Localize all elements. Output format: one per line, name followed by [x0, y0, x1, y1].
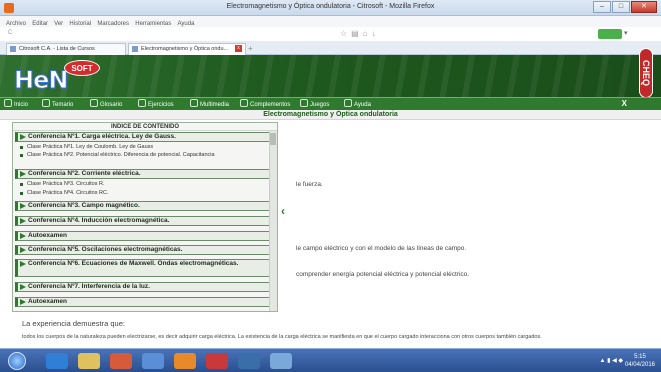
address-bar[interactable]: C — [8, 30, 12, 36]
toc-scrollbar[interactable] — [269, 131, 277, 311]
toc-panel: INDICE DE CONTENIDO Conferencia Nº1. Car… — [12, 122, 278, 312]
toc-item-autoexamen-1[interactable]: Autoexamen — [15, 231, 277, 241]
nav-ejercicios[interactable]: Ejercicios — [138, 99, 174, 108]
plus-icon — [240, 99, 248, 107]
start-button[interactable] — [8, 352, 26, 370]
tab-bar: Citrosoft C.A. - Lista de Cursos Electro… — [0, 41, 661, 55]
arrow-icon — [20, 247, 26, 253]
nav-ayuda[interactable]: Ayuda — [344, 99, 371, 108]
system-tray[interactable]: ▲ ▮ ◀ ◆ — [600, 357, 623, 364]
new-tab-button[interactable]: + — [248, 44, 253, 53]
content-fragment-3: comprender energía potencial eléctrica y… — [296, 271, 470, 278]
clock-date: 04/04/2016 — [624, 362, 655, 368]
pencil-icon — [138, 99, 146, 107]
hen-soft-logo: HeN SOFT — [13, 60, 104, 95]
content-fragment-2: le campo eléctrico y con el modelo de la… — [296, 245, 467, 252]
addon-button[interactable] — [598, 29, 622, 39]
reader-icon[interactable]: ▤ — [351, 29, 363, 38]
game-icon — [300, 99, 308, 107]
folder-icon[interactable] — [78, 353, 100, 369]
download-icon[interactable]: ↓ — [372, 29, 380, 38]
content-heading: La experiencia demuestra que: — [22, 319, 125, 328]
close-tab-icon[interactable]: x — [235, 45, 242, 52]
toc-item-conf-6[interactable]: Conferencia Nº6. Ecuaciones de Maxwell. … — [15, 259, 277, 277]
minimize-button[interactable]: – — [593, 1, 611, 13]
ie-icon[interactable] — [46, 353, 68, 369]
site-header: HeN SOFT — [0, 55, 661, 97]
nav-complementos[interactable]: Complementos — [240, 99, 290, 108]
nav-icons: ☆▤⌂↓ — [340, 29, 380, 38]
arrow-icon — [20, 203, 26, 209]
taskbar: ▲ ▮ ◀ ◆ 5:15 04/04/2016 — [0, 348, 661, 372]
arrow-icon — [20, 299, 26, 305]
arrow-icon — [20, 284, 26, 290]
page-title: Electromagnetismo y Óptica ondulatoria — [0, 110, 661, 120]
close-window-button[interactable]: ✕ — [631, 1, 657, 13]
firefox-taskbar-icon[interactable] — [174, 353, 196, 369]
collapse-toc-chevron-icon[interactable]: ‹ — [281, 204, 291, 218]
toc-scrollbar-thumb[interactable] — [270, 133, 276, 145]
media-icon — [190, 99, 198, 107]
page-icon — [132, 46, 138, 52]
toc-title: INDICE DE CONTENIDO — [13, 123, 277, 131]
nav-juegos[interactable]: Juegos — [300, 99, 329, 108]
toc-item-conf-3[interactable]: Conferencia Nº3. Campo magnético. — [15, 201, 277, 211]
arrow-icon — [20, 218, 26, 224]
app-icon[interactable] — [142, 353, 164, 369]
book-icon — [90, 99, 98, 107]
menu-bar: Archivo Editar Ver Historial Marcadores … — [0, 16, 661, 27]
arrow-icon — [20, 134, 26, 140]
cheq-side-tab[interactable]: CHEQ — [639, 48, 653, 98]
word-icon[interactable] — [238, 353, 260, 369]
home-icon — [4, 99, 12, 107]
bullet-icon — [20, 146, 23, 149]
arrow-icon — [20, 233, 26, 239]
clock-time: 5:15 — [634, 354, 646, 360]
nav-multimedia[interactable]: Multimedia — [190, 99, 229, 108]
clock[interactable]: 5:15 04/04/2016 — [625, 353, 655, 369]
page-icon — [10, 46, 16, 52]
toc-item-cp-2[interactable]: Clase Práctica Nº2. Potencial eléctrico.… — [15, 152, 277, 165]
logo-text: HeN — [13, 66, 68, 95]
arrow-icon — [20, 261, 26, 267]
toc-item-conf-5[interactable]: Conferencia Nº5. Oscilaciones electromag… — [15, 245, 277, 255]
navigation-bar: C ☆▤⌂↓ ▾ — [0, 27, 661, 41]
nav-temario[interactable]: Temario — [42, 99, 73, 108]
help-icon — [344, 99, 352, 107]
logo-badge: SOFT — [64, 60, 100, 76]
window-controls: – □ ✕ — [593, 1, 657, 13]
bullet-icon — [20, 192, 23, 195]
bullet-icon — [20, 183, 23, 186]
toc-item-conf-4[interactable]: Conferencia Nº4. Inducción electromagnét… — [15, 216, 277, 226]
site-nav: Inicio Temario Glosario Ejercicios Multi… — [0, 97, 661, 110]
window-title: Electromagnetismo y Óptica ondulatoria -… — [226, 3, 435, 10]
nav-glosario[interactable]: Glosario — [90, 99, 122, 108]
tab-electromagnetismo[interactable]: Electromagnetismo y Óptica ondu... x — [128, 43, 246, 55]
nav-inicio[interactable]: Inicio — [4, 99, 28, 108]
tab-lista-cursos[interactable]: Citrosoft C.A. - Lista de Cursos — [6, 43, 126, 55]
paint-icon[interactable] — [270, 353, 292, 369]
home-nav-icon[interactable]: ⌂ — [363, 29, 372, 38]
toc-item-conf-7[interactable]: Conferencia Nº7. Interferencia de la luz… — [15, 282, 277, 292]
maximize-button[interactable]: □ — [612, 1, 630, 13]
window-titlebar: Electromagnetismo y Óptica ondulatoria -… — [0, 0, 661, 16]
content-paragraph: todos los cuerpos de la naturaleza puede… — [22, 334, 542, 340]
firefox-active-icon[interactable] — [206, 353, 228, 369]
content-fragment-1: le fuerza. — [296, 181, 323, 188]
tab-label: Citrosoft C.A. - Lista de Cursos — [19, 46, 95, 52]
toc-item-cp-4[interactable]: Clase Práctica Nº4. Circuitos RC. — [15, 190, 277, 197]
list-icon — [42, 99, 50, 107]
toc-item-autoexamen-2[interactable]: Autoexamen — [15, 297, 277, 307]
toc-item-cp-1[interactable]: Clase Práctica Nº1. Ley de Coulomb. Ley … — [15, 144, 277, 151]
arrow-icon — [20, 171, 26, 177]
tab-label: Electromagnetismo y Óptica ondu... — [141, 46, 229, 52]
toc-item-conf-2[interactable]: Conferencia Nº2. Corriente eléctrica. — [15, 169, 277, 179]
close-content-button[interactable]: X — [622, 99, 627, 108]
menu-dropdown-icon[interactable]: ▾ — [624, 29, 628, 37]
bullet-icon — [20, 154, 23, 157]
toc-item-conf-1[interactable]: Conferencia Nº1. Carga eléctrica. Ley de… — [15, 132, 277, 142]
bookmark-star-icon[interactable]: ☆ — [340, 29, 351, 38]
media-player-icon[interactable] — [110, 353, 132, 369]
toc-item-cp-3[interactable]: Clase Práctica Nº3. Circuitos R. — [15, 181, 277, 188]
